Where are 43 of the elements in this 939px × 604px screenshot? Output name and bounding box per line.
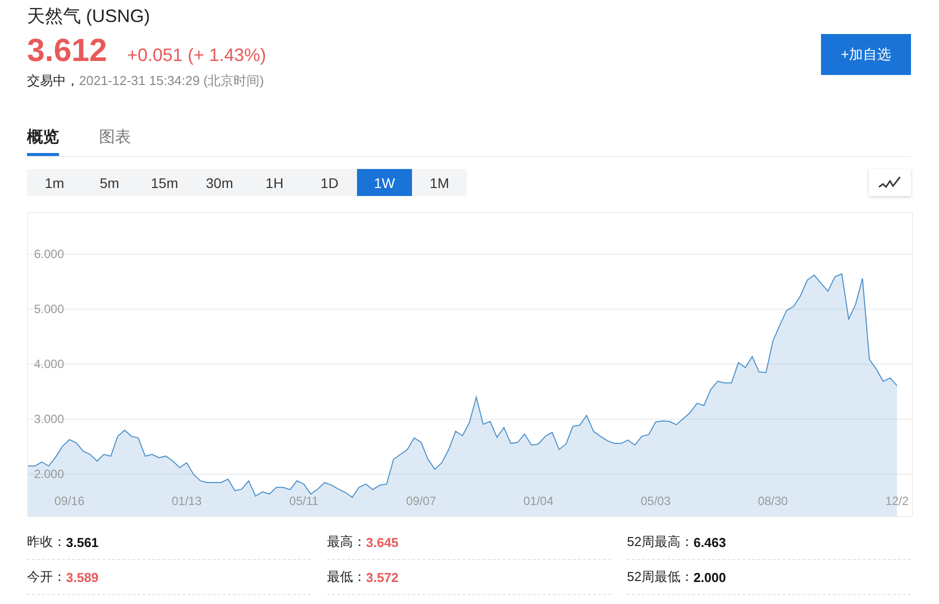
stat-label: 昨收： (27, 533, 66, 551)
y-axis-label: 3.000 (34, 412, 64, 426)
tab[interactable]: 图表 (99, 122, 131, 156)
period-button[interactable]: 15m (137, 169, 192, 196)
trading-status: 交易中， (27, 72, 79, 90)
period-button[interactable]: 1D (302, 169, 357, 196)
stat-value: 3.589 (66, 570, 99, 584)
add-watchlist-button[interactable]: +加自选 (821, 34, 911, 75)
x-axis-label: 05/03 (640, 494, 671, 508)
period-button[interactable]: 1H (247, 169, 302, 196)
period-button[interactable]: 5m (82, 169, 137, 196)
period-button[interactable]: 1m (27, 169, 82, 196)
chart-type-button[interactable] (869, 169, 911, 196)
instrument-title: 天然气 (USNG) (27, 5, 151, 28)
x-axis-label: 01/13 (172, 494, 202, 508)
stat-value: 2.000 (693, 570, 726, 584)
stat-label: 52周最高： (627, 533, 694, 551)
y-axis-label: 6.000 (34, 247, 64, 262)
stat-value: 3.561 (66, 534, 99, 550)
x-axis-label: 05/11 (289, 494, 318, 508)
y-axis-label: 5.000 (34, 302, 64, 316)
stat-value: 3.572 (366, 570, 399, 584)
tab[interactable]: 概览 (27, 122, 59, 156)
y-axis-label: 2.000 (34, 467, 64, 482)
price: 3.612 (27, 32, 108, 68)
x-axis-label: 01/04 (523, 494, 554, 508)
x-axis-label: 09/16 (54, 494, 84, 508)
period-button[interactable]: 1W (357, 169, 412, 196)
timestamp: 2021-12-31 15:34:29 (北京时间) (79, 72, 264, 90)
stat-value: 6.463 (693, 534, 726, 550)
line-chart-icon (878, 176, 902, 190)
stat-label: 最高： (327, 533, 366, 551)
period-button[interactable]: 1M (412, 169, 467, 196)
period-button[interactable]: 30m (192, 169, 247, 196)
x-axis-label: 09/07 (406, 494, 436, 508)
stat-value: 3.645 (366, 534, 399, 550)
y-axis-label: 4.000 (34, 357, 64, 372)
price-change: +0.051 (+ 1.43%) (127, 45, 266, 66)
x-axis-label: 12/2 (885, 494, 909, 508)
stat-label: 52周最低： (627, 568, 694, 586)
stat-label: 最低： (327, 568, 366, 586)
x-axis-label: 08/30 (758, 494, 788, 508)
stat-label: 今开： (27, 568, 66, 586)
